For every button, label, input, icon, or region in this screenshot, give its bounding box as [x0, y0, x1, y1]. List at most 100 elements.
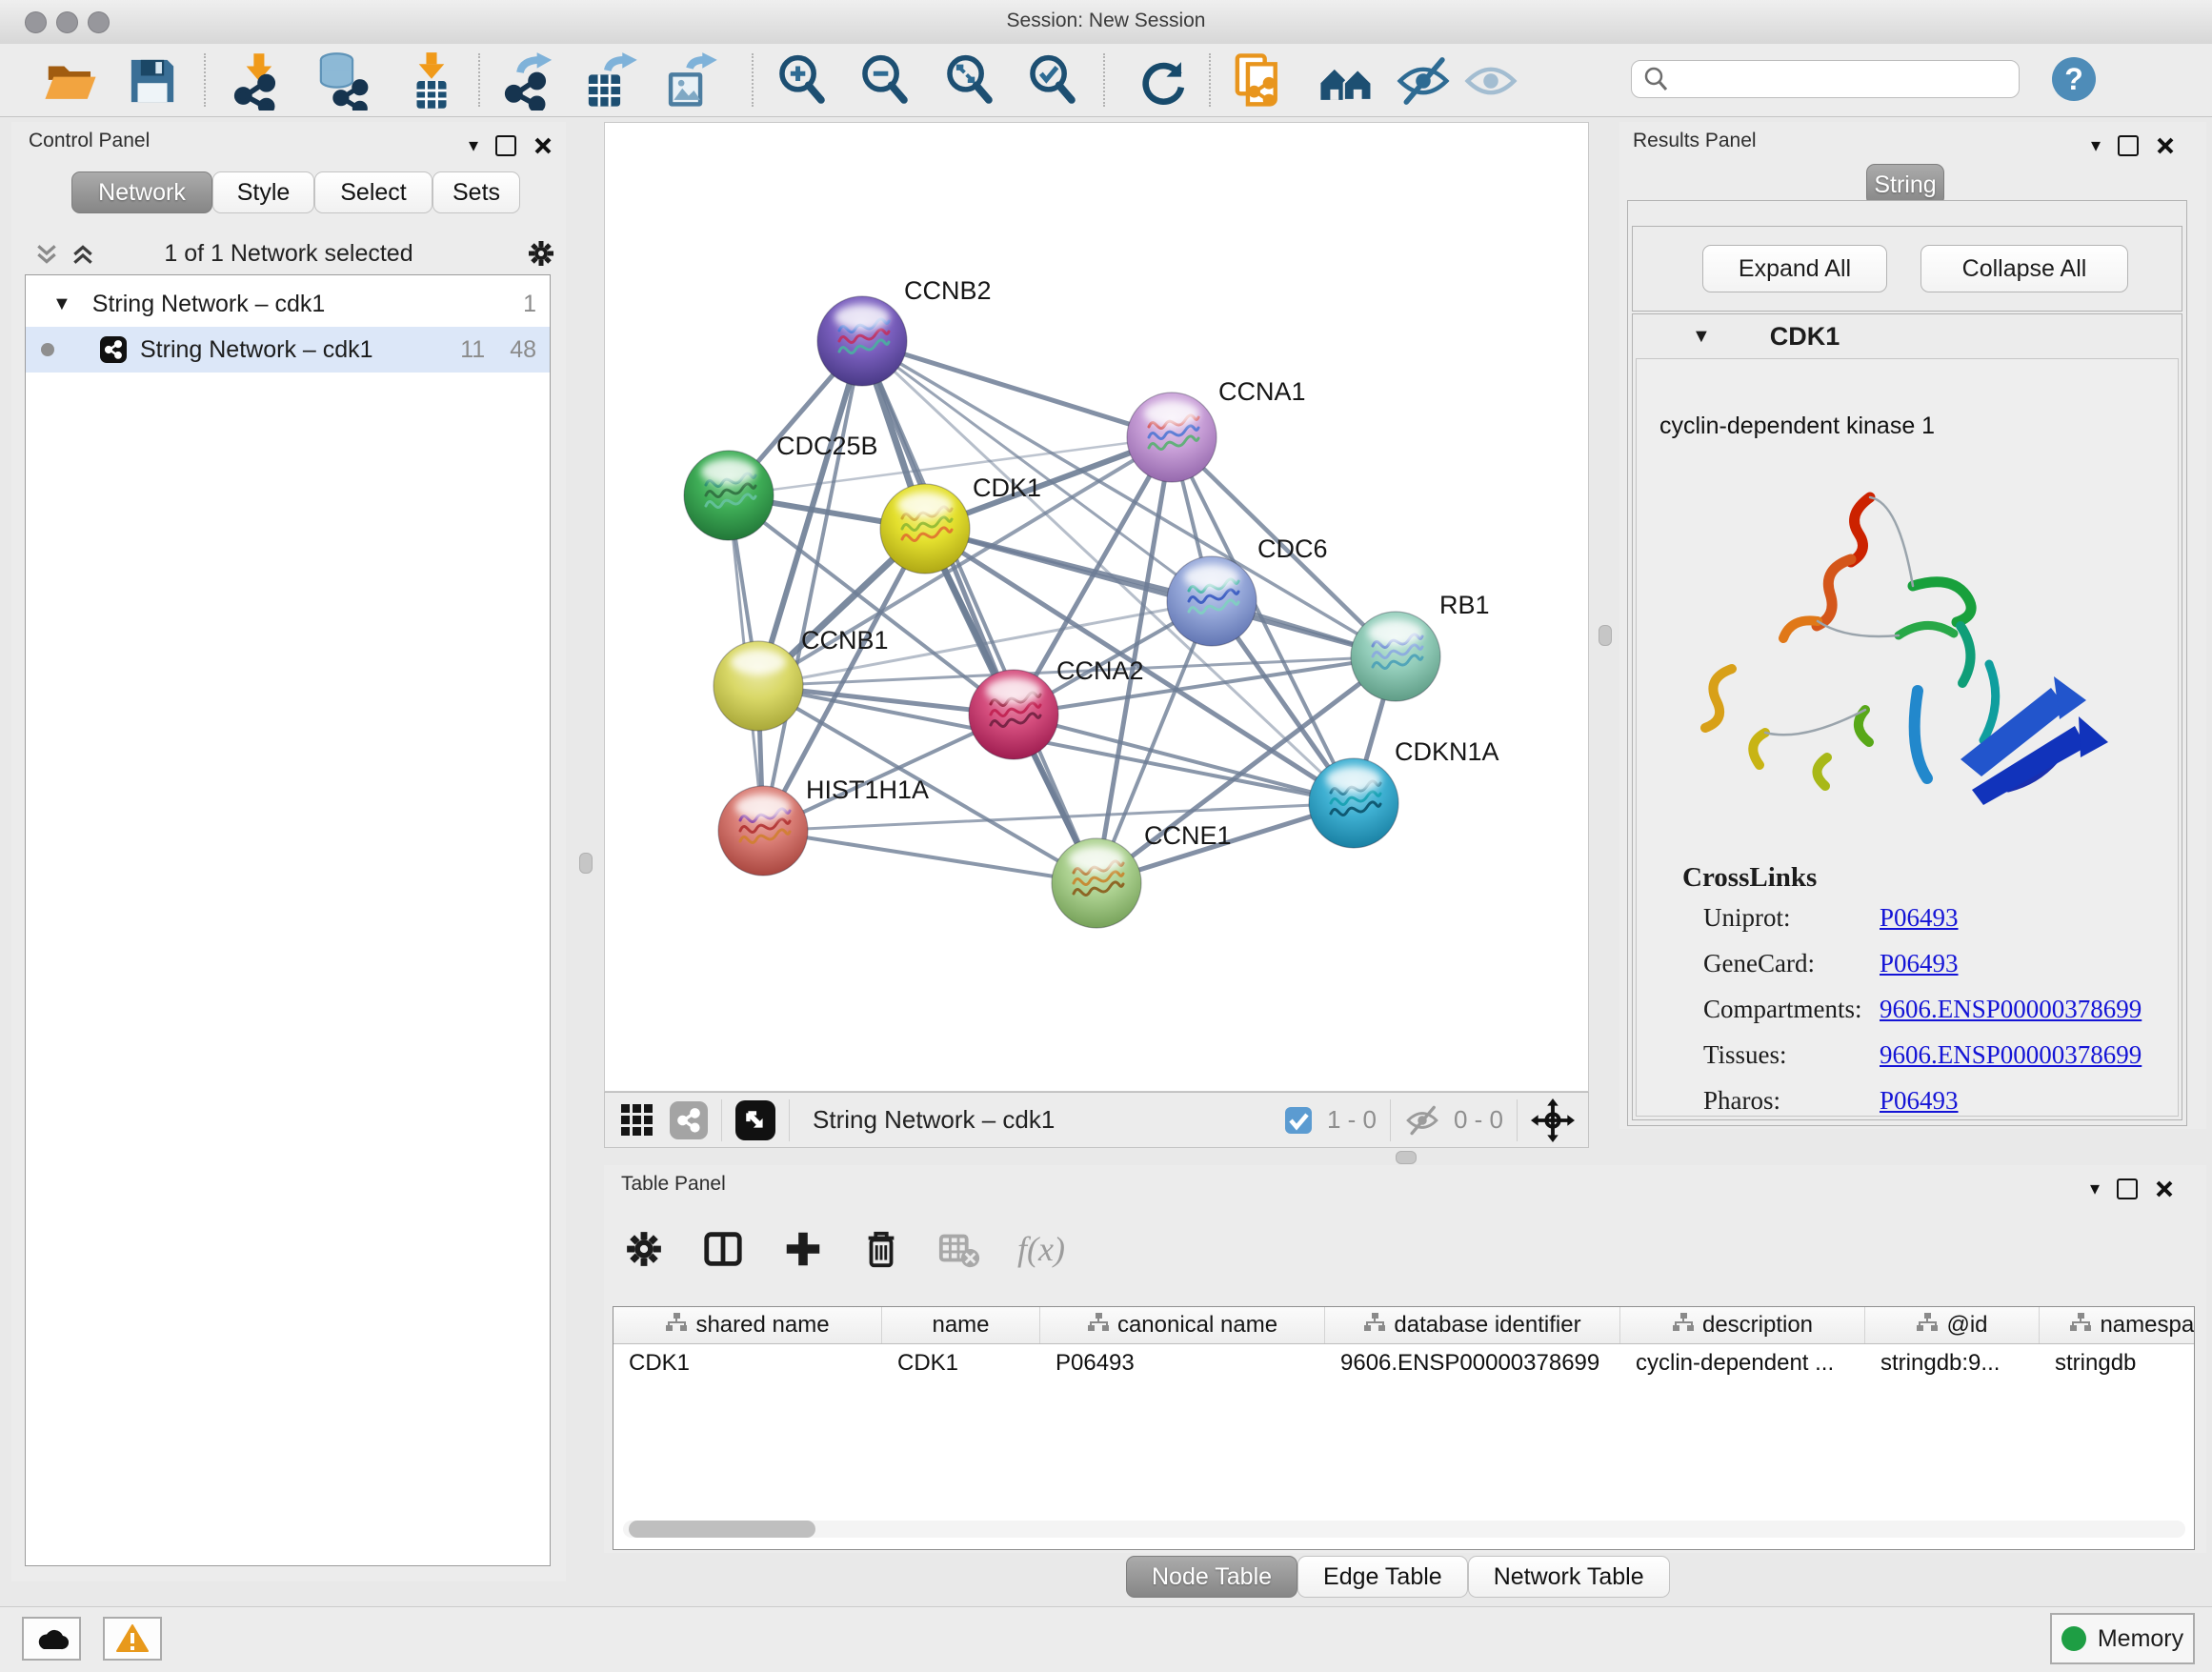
search-box[interactable]	[1631, 60, 2020, 98]
network-view: CCNB2CCNA1CDC25BCDK1CDC6RB1CCNB1CCNA2CDK…	[604, 122, 1589, 1148]
control-panel-collapse-icon[interactable]: ▾	[469, 133, 478, 157]
column-type-icon	[2069, 1312, 2092, 1340]
results-panel-close-icon[interactable]	[2156, 136, 2175, 155]
column-header-namespace[interactable]: namespace	[2040, 1307, 2195, 1343]
table-cell-name[interactable]: CDK1	[882, 1344, 1040, 1384]
pan-crosshair-icon[interactable]	[1531, 1098, 1575, 1142]
network-share-icon[interactable]	[670, 1101, 708, 1139]
collection-label: String Network – cdk1	[92, 291, 326, 318]
control-panel-close-icon[interactable]	[533, 136, 553, 155]
edge-CCNB2-CCNA1[interactable]	[862, 341, 1172, 437]
vertical-splitter-handle[interactable]	[579, 853, 593, 874]
create-column-plus-icon[interactable]	[781, 1227, 825, 1271]
tab-network-table[interactable]: Network Table	[1468, 1556, 1670, 1598]
node-label-CDK1: CDK1	[973, 473, 1041, 502]
network-options-gear-icon[interactable]	[526, 238, 556, 269]
crosslink-link[interactable]: P06493	[1880, 1086, 1959, 1116]
collapse-all-button[interactable]: Collapse All	[1920, 245, 2128, 292]
expand-all-button[interactable]: Expand All	[1702, 245, 1887, 292]
zoom-in-icon[interactable]	[773, 51, 832, 111]
column-type-icon	[1363, 1312, 1386, 1340]
vertical-splitter-handle[interactable]	[1599, 625, 1612, 646]
tab-select[interactable]: Select	[314, 171, 432, 213]
results-panel-float-icon[interactable]	[2118, 135, 2139, 156]
crosslink-row: GeneCard:P06493	[1703, 949, 2178, 978]
new-network-from-selection-icon[interactable]	[1229, 51, 1288, 111]
column-header-canonical-name[interactable]: canonical name	[1040, 1307, 1325, 1343]
toolbar-separator	[789, 1099, 790, 1141]
zoom-fit-icon[interactable]	[940, 51, 999, 111]
selected-checkbox-icon[interactable]	[1283, 1105, 1314, 1136]
toolbar-separator	[1390, 1099, 1391, 1141]
export-table-icon[interactable]	[580, 51, 639, 111]
network-node-count: 11	[460, 336, 485, 364]
network-selection-bar: 1 of 1 Network selected	[11, 234, 566, 272]
show-all-icon[interactable]	[1461, 51, 1520, 111]
tab-sets[interactable]: Sets	[432, 171, 520, 213]
column-header-description[interactable]: description	[1620, 1307, 1865, 1343]
table-panel-float-icon[interactable]	[2117, 1178, 2138, 1199]
gene-description: cyclin-dependent kinase 1	[1659, 413, 1935, 440]
export-image-icon[interactable]	[660, 51, 719, 111]
tab-network[interactable]: Network	[71, 171, 212, 213]
warnings-button[interactable]	[103, 1617, 162, 1661]
search-input[interactable]	[1670, 66, 1998, 92]
scrollbar-thumb[interactable]	[629, 1521, 815, 1538]
crosslink-link[interactable]: 9606.ENSP00000378699	[1880, 995, 2142, 1024]
import-table-file-icon[interactable]	[402, 51, 461, 111]
tab-edge-table[interactable]: Edge Table	[1297, 1556, 1468, 1598]
results-panel-collapse-icon[interactable]: ▾	[2091, 133, 2101, 157]
column-header-@id[interactable]: @id	[1865, 1307, 2040, 1343]
birdseye-grid-icon[interactable]	[618, 1101, 656, 1139]
open-external-window-icon[interactable]	[735, 1100, 775, 1140]
crosslink-link[interactable]: P06493	[1880, 949, 1959, 978]
network-canvas[interactable]: CCNB2CCNA1CDC25BCDK1CDC6RB1CCNB1CCNA2CDK…	[604, 122, 1589, 1092]
column-header-label: database identifier	[1394, 1312, 1580, 1339]
table-cell-database-identifier[interactable]: 9606.ENSP00000378699	[1325, 1344, 1620, 1384]
edge-HIST1H1A-CCNE1[interactable]	[763, 831, 1096, 883]
show-columns-icon[interactable]	[701, 1227, 745, 1271]
network-collection-row[interactable]: ▼ String Network – cdk1 1	[26, 281, 550, 327]
horizontal-splitter-handle[interactable]	[1396, 1151, 1417, 1164]
crosslink-link[interactable]: P06493	[1880, 903, 1959, 933]
zoom-selected-icon[interactable]	[1023, 51, 1082, 111]
cloud-button[interactable]	[22, 1617, 81, 1661]
column-header-name[interactable]: name	[882, 1307, 1040, 1343]
gene-section-header[interactable]: ▼ CDK1	[1633, 314, 2182, 358]
table-panel-collapse-icon[interactable]: ▾	[2090, 1177, 2100, 1200]
gene-collapse-triangle-icon[interactable]: ▼	[1692, 326, 1711, 348]
crosslink-link[interactable]: 9606.ENSP00000378699	[1880, 1040, 2142, 1070]
table-row[interactable]: CDK1CDK1P064939606.ENSP00000378699cyclin…	[613, 1344, 2194, 1384]
column-header-database-identifier[interactable]: database identifier	[1325, 1307, 1620, 1343]
zoom-out-icon[interactable]	[855, 51, 915, 111]
table-cell-shared-name[interactable]: CDK1	[613, 1344, 882, 1384]
memory-button[interactable]: Memory	[2050, 1613, 2195, 1664]
network-row-selected[interactable]: String Network – cdk1 11 48	[26, 327, 550, 373]
table-options-gear-icon[interactable]	[623, 1228, 665, 1270]
table-cell-namespace[interactable]: stringdb	[2040, 1344, 2195, 1384]
table-panel-close-icon[interactable]	[2155, 1179, 2174, 1199]
tab-style[interactable]: Style	[212, 171, 314, 213]
save-session-icon[interactable]	[123, 51, 182, 111]
export-network-icon[interactable]	[501, 51, 560, 111]
import-network-database-icon[interactable]	[312, 51, 372, 111]
table-cell-canonical-name[interactable]: P06493	[1040, 1344, 1325, 1384]
open-session-icon[interactable]	[41, 51, 100, 111]
control-panel-float-icon[interactable]	[495, 135, 516, 156]
node-gloss-highlight	[835, 305, 890, 330]
network-row-label: String Network – cdk1	[140, 336, 373, 364]
delete-column-trash-icon[interactable]	[861, 1227, 901, 1271]
tab-node-table[interactable]: Node Table	[1126, 1556, 1297, 1598]
apply-layout-refresh-icon[interactable]	[1133, 51, 1192, 111]
collection-expand-triangle-icon[interactable]: ▼	[52, 293, 71, 315]
table-cell-@id[interactable]: stringdb:9...	[1865, 1344, 2040, 1384]
hide-selected-icon[interactable]	[1394, 51, 1453, 111]
column-header-label: namespace	[2100, 1312, 2195, 1339]
node-gloss-highlight	[731, 650, 786, 675]
table-cell-description[interactable]: cyclin-dependent ...	[1620, 1344, 1865, 1384]
help-icon[interactable]: ?	[2052, 57, 2096, 101]
first-neighbors-icon[interactable]	[1317, 51, 1376, 111]
import-network-file-icon[interactable]	[231, 51, 290, 111]
column-header-shared-name[interactable]: shared name	[613, 1307, 882, 1343]
table-horizontal-scrollbar[interactable]	[623, 1521, 2185, 1538]
